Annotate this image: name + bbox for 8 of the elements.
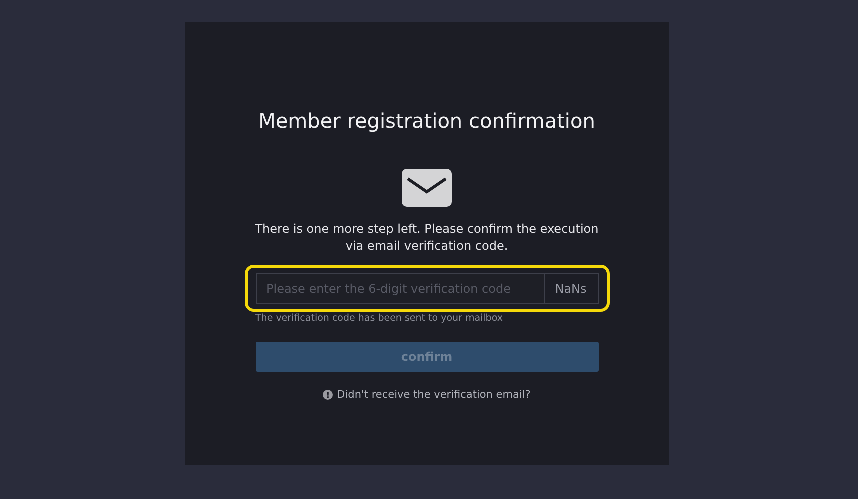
info-icon: ! <box>323 390 334 400</box>
envelope-icon <box>402 169 452 207</box>
code-input-field[interactable]: Please enter the 6-digit verification code <box>256 273 544 304</box>
countdown-timer: NaNs <box>544 273 598 304</box>
help-link[interactable]: Didn't receive the verification email? <box>337 389 531 401</box>
instruction-text: There is one more step left. Please confirm the execution via email verification code. <box>254 221 600 255</box>
dialog-title: Member registration confirmation <box>258 108 596 135</box>
hint-text: The verification code has been sent to your mailbox <box>256 313 504 324</box>
